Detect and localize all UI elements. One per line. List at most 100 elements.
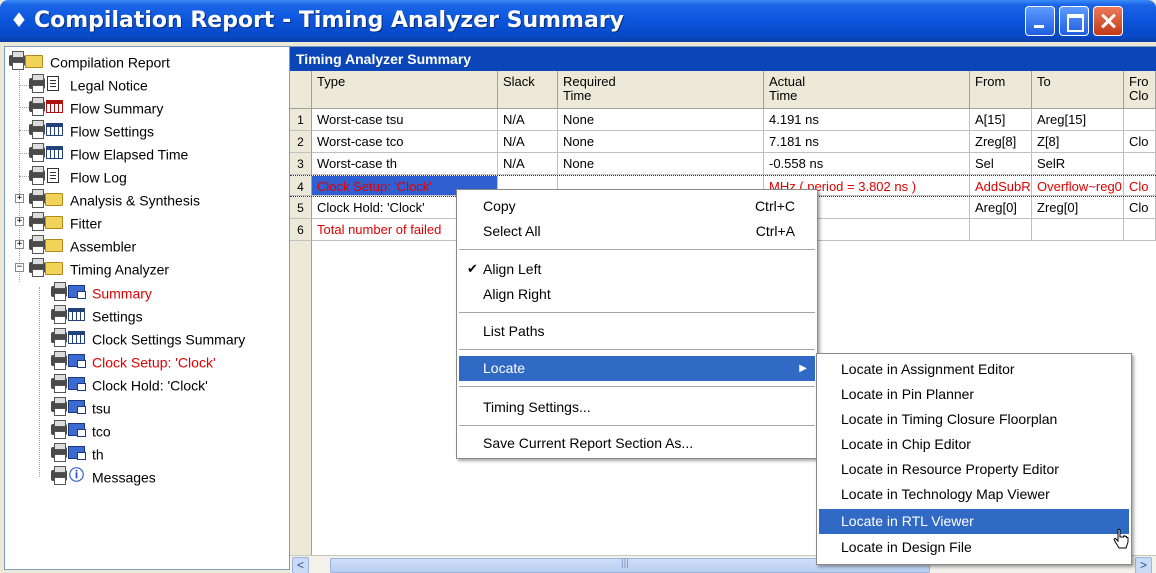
column-header-slack[interactable]: Slack [498,71,558,109]
tree-item-messages[interactable]: ⓘ Messages [49,465,156,487]
printer-report-icon [49,397,89,416]
submenu-item-rtl-viewer[interactable]: Locate in RTL Viewer [819,509,1129,534]
expand-analysis-synthesis-icon[interactable]: + [15,194,24,203]
cell-required-time: None [558,153,764,175]
tree-item-settings[interactable]: Settings [49,304,143,326]
context-menu: Copy Ctrl+C Select All Ctrl+A ✔ Align Le… [456,189,818,459]
cell-actual-time: -0.558 ns [764,153,970,175]
tree-connector [39,287,40,477]
app-icon: ♦ [10,8,28,32]
table-row[interactable]: 2 Worst-case tco N/A None 7.181 ns Zreg[… [290,131,1156,153]
row-number-header [290,71,312,109]
printer-document-icon [27,74,67,93]
cell-required-time: None [558,131,764,153]
cell-type: Worst-case tco [312,131,498,153]
hand-cursor-icon [1113,528,1129,549]
tree-item-tco[interactable]: tco [49,419,111,441]
row-number: 4 [290,176,312,196]
close-button[interactable] [1093,6,1123,36]
minimize-button[interactable] [1025,6,1055,36]
menu-item-locate[interactable]: Locate ▶ [459,356,815,381]
cell-from: AddSubR [970,176,1032,196]
table-header-row: Type Slack Required Time Actual Time From … [290,71,1156,109]
table-row[interactable]: 1 Worst-case tsu N/A None 4.191 ns A[15]… [290,109,1156,131]
cell-from-clock [1124,219,1156,241]
submenu-item-design-file[interactable]: Locate in Design File [819,535,1129,560]
expand-fitter-icon[interactable]: + [15,217,24,226]
report-tree[interactable]: Compilation Report Legal Notice Flow Sum… [4,46,290,570]
title-bar[interactable]: ♦ Compilation Report - Timing Analyzer S… [0,0,1156,42]
cell-to: Z[8] [1032,131,1124,153]
checkmark-icon: ✔ [467,262,478,277]
row-number: 1 [290,109,312,131]
cell-from: Sel [970,153,1032,175]
tree-item-timing-analyzer[interactable]: Timing Analyzer [27,257,169,279]
cell-from-clock: Clo [1124,176,1156,196]
cell-from-clock [1124,109,1156,131]
submenu-item-assignment-editor[interactable]: Locate in Assignment Editor [819,357,1129,382]
collapse-timing-analyzer-icon[interactable]: − [15,263,24,272]
tree-item-assembler[interactable]: Assembler [27,234,136,256]
tree-item-compilation-report[interactable]: Compilation Report [7,50,170,72]
printer-info-icon: ⓘ [49,466,89,485]
scroll-right-icon[interactable]: > [1135,557,1152,573]
column-header-from-clock[interactable]: Fro Clo [1124,71,1156,109]
scroll-left-icon[interactable]: < [292,557,309,573]
submenu-item-pin-planner[interactable]: Locate in Pin Planner [819,382,1129,407]
column-header-from[interactable]: From [970,71,1032,109]
tree-item-clock-settings-summary[interactable]: Clock Settings Summary [49,327,245,349]
printer-table-icon [49,328,89,347]
row-number: 2 [290,131,312,153]
menu-item-timing-settings[interactable]: Timing Settings... [459,395,815,420]
row-number: 6 [290,219,312,241]
submenu-item-timing-closure-floorplan[interactable]: Locate in Timing Closure Floorplan [819,407,1129,432]
printer-folder-icon [27,189,67,208]
column-header-to[interactable]: To [1032,71,1124,109]
tree-item-analysis-synthesis[interactable]: Analysis & Synthesis [27,188,200,210]
menu-item-align-left[interactable]: ✔ Align Left [459,257,815,282]
tree-item-legal-notice[interactable]: Legal Notice [27,73,148,95]
menu-item-save-report-section[interactable]: Save Current Report Section As... [459,431,815,456]
maximize-icon [1060,7,1088,35]
cell-slack: N/A [498,109,558,131]
cell-from: Zreg[8] [970,131,1032,153]
cell-from: Areg[0] [970,197,1032,219]
menu-item-align-right[interactable]: Align Right [459,282,815,307]
cell-from-clock: Clo [1124,197,1156,219]
column-header-actual-time[interactable]: Actual Time [764,71,970,109]
submenu-item-chip-editor[interactable]: Locate in Chip Editor [819,432,1129,457]
cell-slack: N/A [498,131,558,153]
tree-item-summary[interactable]: Summary [49,281,152,303]
tree-item-fitter[interactable]: Fitter [27,211,102,233]
maximize-button[interactable] [1059,6,1089,36]
column-header-required-time[interactable]: Required Time [558,71,764,109]
cell-from: A[15] [970,109,1032,131]
table-row[interactable]: 3 Worst-case th N/A None -0.558 ns Sel S… [290,153,1156,175]
printer-folder-icon [27,258,67,277]
panel-title: Timing Analyzer Summary [290,47,1156,71]
printer-report-icon [49,443,89,462]
menu-item-select-all[interactable]: Select All Ctrl+A [459,219,815,244]
cell-to: Overflow~reg0 [1032,176,1124,196]
tree-item-flow-settings[interactable]: Flow Settings [27,119,154,141]
tree-item-tsu[interactable]: tsu [49,396,111,418]
tree-item-clock-setup[interactable]: Clock Setup: 'Clock' [49,350,216,372]
minimize-icon [1026,7,1054,35]
submenu-item-resource-property-editor[interactable]: Locate in Resource Property Editor [819,457,1129,482]
cell-actual-time: 4.191 ns [764,109,970,131]
menu-item-list-paths[interactable]: List Paths [459,319,815,344]
tree-item-flow-log[interactable]: Flow Log [27,165,127,187]
printer-document-icon [27,166,67,185]
column-header-type[interactable]: Type [312,71,498,109]
tree-item-clock-hold[interactable]: Clock Hold: 'Clock' [49,373,208,395]
printer-report-icon [49,282,89,301]
tree-item-flow-elapsed-time[interactable]: Flow Elapsed Time [27,142,188,164]
cell-from [970,219,1032,241]
submenu-item-technology-map-viewer[interactable]: Locate in Technology Map Viewer [819,482,1129,507]
printer-folder-icon [7,51,47,70]
expand-assembler-icon[interactable]: + [15,240,24,249]
menu-item-copy[interactable]: Copy Ctrl+C [459,194,815,219]
tree-item-flow-summary[interactable]: Flow Summary [27,96,163,118]
printer-report-icon [49,351,89,370]
tree-item-th[interactable]: th [49,442,104,464]
